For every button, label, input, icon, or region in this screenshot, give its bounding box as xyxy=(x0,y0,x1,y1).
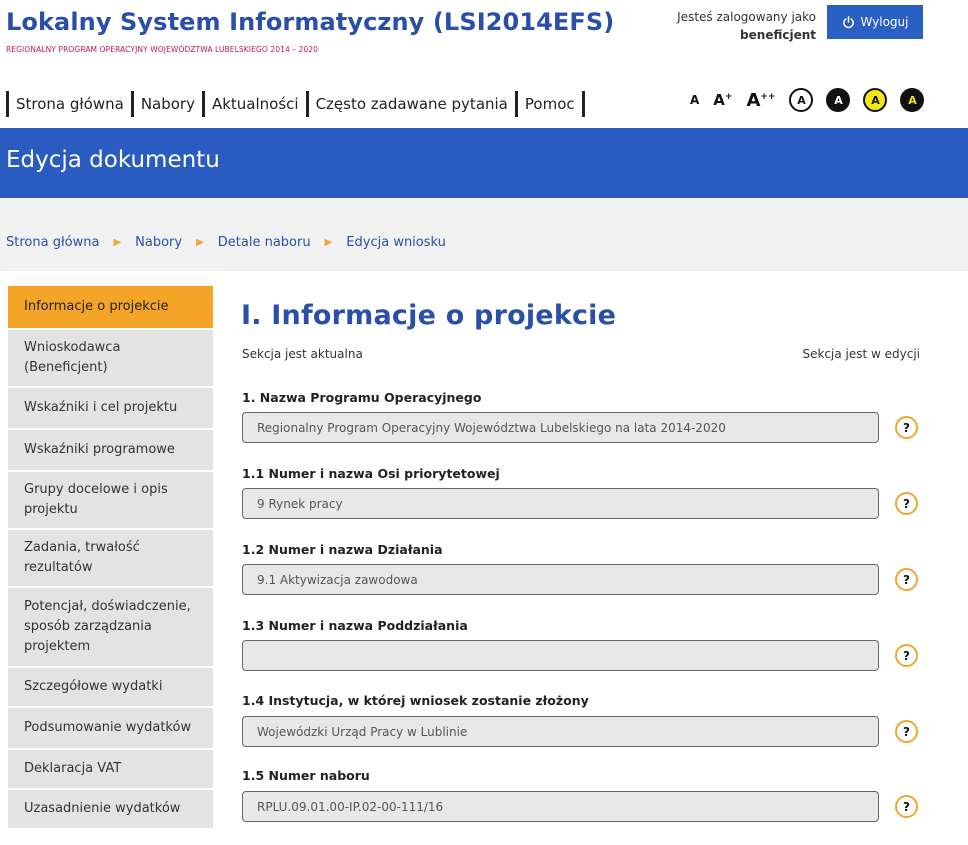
sidebar-item-target-groups[interactable]: Grupy docelowe i opis projektu xyxy=(8,472,213,530)
field-label-program: 1. Nazwa Programu Operacyjnego xyxy=(242,390,482,405)
sidebar-item-indicators-goal[interactable]: Wskaźniki i cel projektu xyxy=(8,388,213,430)
field-label-institution: 1.4 Instytucja, w której wniosek zostani… xyxy=(242,693,589,708)
sidebar-item-label: Informacje o projekcie xyxy=(24,299,169,314)
logout-label: Wyloguj xyxy=(860,15,909,29)
nav-item-faq[interactable]: Często zadawane pytania xyxy=(309,95,515,113)
contrast-yellow-black-button[interactable]: A xyxy=(863,88,888,112)
field-label-priority-axis: 1.1 Numer i nazwa Osi priorytetowej xyxy=(242,466,500,481)
priority-axis-field[interactable]: 9 Rynek pracy xyxy=(242,488,879,519)
breadcrumb: Strona główna ▶ Nabory ▶ Detale naboru ▶… xyxy=(6,235,446,250)
sidebar-item-label: Wskaźniki i cel projektu xyxy=(24,400,178,415)
breadcrumb-application-edit[interactable]: Edycja wniosku xyxy=(346,235,446,250)
help-icon[interactable]: ? xyxy=(895,720,918,743)
sidebar-item-label: Uzasadnienie wydatków xyxy=(24,801,181,816)
section-status-editing: Sekcja jest w edycji xyxy=(802,347,920,361)
help-icon[interactable]: ? xyxy=(895,568,918,591)
sidebar-item-applicant[interactable]: Wnioskodawca (Beneficjent) xyxy=(8,330,213,388)
accessibility-controls: A A+ A++ A A A A xyxy=(690,86,937,114)
sidebar-item-vat-declaration[interactable]: Deklaracja VAT xyxy=(8,750,213,790)
sidebar-item-label: Zadania, trwałość rezultatów xyxy=(24,540,140,575)
login-info: Jesteś zalogowany jako beneficjent xyxy=(600,8,816,44)
sidebar-item-program-indicators[interactable]: Wskaźniki programowe xyxy=(8,430,213,472)
nav-item-news[interactable]: Aktualności xyxy=(205,95,306,113)
font-size-largest-button[interactable]: A++ xyxy=(746,90,775,111)
institution-field[interactable]: Wojewódzki Urząd Pracy w Lublinie xyxy=(242,716,879,747)
page-title: Edycja dokumentu xyxy=(6,147,220,173)
sidebar-item-expense-summary[interactable]: Podsumowanie wydatków xyxy=(8,708,213,750)
logout-button[interactable]: Wyloguj xyxy=(827,5,923,39)
measure-field[interactable]: 9.1 Aktywizacja zawodowa xyxy=(242,564,879,595)
font-size-larger-button[interactable]: A+ xyxy=(713,91,732,109)
font-size-largest-sup: ++ xyxy=(760,91,776,102)
app-title: Lokalny System Informatyczny (LSI2014EFS… xyxy=(6,8,615,36)
submeasure-field[interactable] xyxy=(242,640,879,671)
sidebar-item-label: Podsumowanie wydatków xyxy=(24,720,192,735)
breadcrumb-arrow-icon: ▶ xyxy=(113,237,122,248)
font-size-larger-sup: + xyxy=(724,92,733,102)
section-sidebar: Informacje o projekcie Wnioskodawca (Ben… xyxy=(8,286,213,830)
call-number-field[interactable]: RPLU.09.01.00-IP.02-00-111/16 xyxy=(242,791,879,822)
field-label-call-number: 1.5 Numer naboru xyxy=(242,768,370,783)
breadcrumb-arrow-icon: ▶ xyxy=(196,237,204,248)
sidebar-item-label: Potencjał, doświadczenie, sposób zarządz… xyxy=(24,599,191,654)
sidebar-item-expense-justification[interactable]: Uzasadnienie wydatków xyxy=(8,790,213,830)
nav-separator xyxy=(581,91,585,117)
contrast-default-button[interactable]: A xyxy=(789,88,814,112)
nav-item-calls[interactable]: Nabory xyxy=(134,95,202,113)
field-label-measure: 1.2 Numer i nazwa Działania xyxy=(242,542,443,557)
field-label-submeasure: 1.3 Numer i nazwa Poddziałania xyxy=(242,618,468,633)
font-size-largest-label: A xyxy=(746,89,761,111)
breadcrumb-arrow-icon: ▶ xyxy=(324,237,333,248)
power-icon xyxy=(842,15,854,28)
sidebar-item-label: Wnioskodawca (Beneficjent) xyxy=(24,340,121,375)
nav-item-home[interactable]: Strona główna xyxy=(9,95,131,113)
sidebar-item-label: Szczegółowe wydatki xyxy=(24,679,163,694)
sidebar-item-potential[interactable]: Potencjał, doświadczenie, sposób zarządz… xyxy=(8,588,213,668)
sidebar-item-project-info[interactable]: Informacje o projekcie xyxy=(8,286,213,330)
breadcrumb-calls[interactable]: Nabory xyxy=(135,235,182,250)
font-size-normal-button[interactable]: A xyxy=(690,93,699,107)
program-name-field[interactable]: Regionalny Program Operacyjny Województw… xyxy=(242,412,879,443)
contrast-black-white-button[interactable]: A xyxy=(826,88,851,112)
breadcrumb-call-details[interactable]: Detale naboru xyxy=(218,235,311,250)
user-role: beneficjent xyxy=(740,28,816,42)
sidebar-item-detailed-expenses[interactable]: Szczegółowe wydatki xyxy=(8,668,213,708)
contrast-black-yellow-button[interactable]: A xyxy=(900,88,925,112)
help-icon[interactable]: ? xyxy=(895,492,918,515)
help-icon[interactable]: ? xyxy=(895,795,918,818)
sidebar-item-tasks[interactable]: Zadania, trwałość rezultatów xyxy=(8,530,213,588)
section-status-current: Sekcja jest aktualna xyxy=(242,347,363,361)
app-subtitle: REGIONALNY PROGRAM OPERACYJNY WOJEWÓDZTW… xyxy=(6,45,319,54)
font-size-larger-label: A xyxy=(713,91,725,109)
sidebar-item-label: Deklaracja VAT xyxy=(24,761,122,776)
nav-item-help[interactable]: Pomoc xyxy=(518,95,582,113)
help-icon[interactable]: ? xyxy=(895,416,918,439)
sidebar-item-label: Wskaźniki programowe xyxy=(24,442,175,457)
breadcrumb-home[interactable]: Strona główna xyxy=(6,235,99,250)
sidebar-item-label: Grupy docelowe i opis projektu xyxy=(24,482,168,517)
main-nav: Strona główna Nabory Aktualności Często … xyxy=(6,90,585,118)
section-title: I. Informacje o projekcie xyxy=(241,300,617,331)
help-icon[interactable]: ? xyxy=(895,644,918,667)
login-label: Jesteś zalogowany jako xyxy=(677,10,816,24)
